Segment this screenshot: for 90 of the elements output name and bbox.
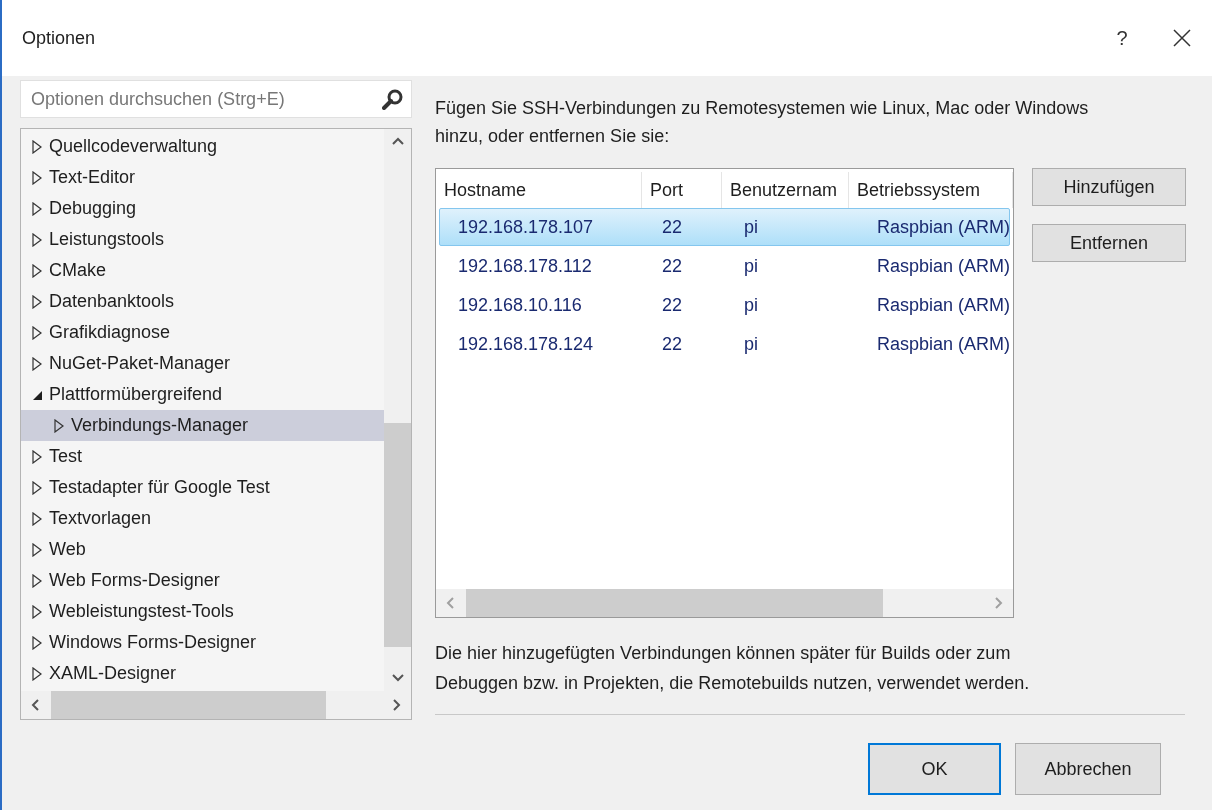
expand-triangle-icon[interactable]	[53, 418, 65, 433]
tree-item-label: NuGet-Paket-Manager	[49, 353, 231, 374]
connection-row[interactable]: 192.168.10.116 22 pi Raspbian (ARM)	[439, 286, 1010, 324]
table-cell-text: 22	[661, 293, 684, 317]
tree-item[interactable]: Datenbanktools	[21, 286, 384, 317]
tree-item[interactable]: Web Forms-Designer	[21, 565, 384, 596]
tree-item-label: Plattformübergreifend	[49, 384, 223, 405]
dialog-button[interactable]: Abbrechen	[1015, 743, 1161, 795]
tree-item[interactable]: Web	[21, 534, 384, 565]
table-cell-text: pi	[743, 332, 759, 356]
vertical-scrollbar[interactable]	[384, 129, 411, 691]
expand-triangle-icon[interactable]	[31, 294, 43, 309]
tree-item-label: CMake	[49, 260, 106, 281]
tree-item[interactable]: Textvorlagen	[21, 503, 384, 534]
tree-item-label: Webleistungstest-Tools	[49, 601, 234, 622]
close-icon	[1173, 29, 1191, 47]
tree-item-label: XAML-Designer	[49, 663, 177, 684]
tree-item-label: Web Forms-Designer	[49, 570, 220, 591]
scroll-thumb[interactable]	[466, 589, 883, 617]
tree-item-label: Leistungstools	[49, 229, 165, 250]
expand-triangle-icon[interactable]	[31, 480, 43, 495]
expand-triangle-icon[interactable]	[31, 232, 43, 247]
expand-triangle-icon[interactable]	[31, 635, 43, 650]
table-cell-text: Raspbian (ARM)	[876, 332, 1011, 356]
tree-item[interactable]: NuGet-Paket-Manager	[21, 348, 384, 379]
expand-triangle-icon[interactable]	[31, 201, 43, 216]
expand-triangle-icon[interactable]	[31, 573, 43, 588]
table-cell-text: 22	[661, 215, 684, 239]
table-cell-text: Raspbian (ARM)	[876, 293, 1011, 317]
table-cell-text: 192.168.10.116	[457, 293, 583, 317]
tree-item[interactable]: Leistungstools	[21, 224, 384, 255]
table-cell-text: Raspbian (ARM)	[876, 254, 1011, 278]
tree-item-label: Verbindungs-Manager	[71, 415, 249, 436]
scroll-thumb[interactable]	[384, 423, 411, 647]
expand-triangle-icon[interactable]	[31, 263, 43, 278]
connection-row[interactable]: 192.168.178.107 22 pi Raspbian (ARM)	[439, 208, 1010, 246]
note-text: Die hier hinzugefügten Verbindungen können später für Builds oder zum Debuggen bzw. in Projekten, die Remotebuilds nutzen, verwendet werden.	[435, 642, 1031, 695]
tree-item-label: Grafikdiagnose	[49, 322, 171, 343]
tree-item-label: Windows Forms-Designer	[49, 632, 257, 653]
tree-item-label: Quellcodeverwaltung	[49, 136, 218, 157]
tree-item[interactable]: Verbindungs-Manager	[21, 410, 384, 441]
table-cell-text: pi	[743, 215, 759, 239]
table-cell-text: 22	[661, 254, 684, 278]
expand-triangle-icon[interactable]	[31, 139, 43, 154]
horizontal-scrollbar[interactable]	[21, 691, 411, 719]
table-cell-text: 192.168.178.112	[457, 254, 593, 278]
tree-item[interactable]: Testadapter für Google Test	[21, 472, 384, 503]
connection-row[interactable]: 192.168.178.112 22 pi Raspbian (ARM)	[439, 247, 1010, 285]
tree-item[interactable]: Test	[21, 441, 384, 472]
expand-triangle-icon[interactable]	[31, 511, 43, 526]
window-title: Optionen	[22, 27, 97, 49]
tree-item[interactable]: Debugging	[21, 193, 384, 224]
tree-item[interactable]: Plattformübergreifend	[21, 379, 384, 410]
tree-item[interactable]: XAML-Designer	[21, 658, 384, 689]
table-cell-text: Raspbian (ARM)	[876, 215, 1011, 239]
side-button[interactable]: Entfernen	[1032, 224, 1186, 262]
help-button[interactable]: ?	[1092, 13, 1152, 63]
tree-item[interactable]: Text-Editor	[21, 162, 384, 193]
intro-text: Fügen Sie SSH-Verbindungen zu Remotesystemen wie Linux, Mac oder Windows hinzu, oder entfernen Sie sie:	[435, 97, 1090, 148]
tree-item-label: Text-Editor	[49, 167, 136, 188]
table-cell-text: pi	[743, 293, 759, 317]
tree-item[interactable]: CMake	[21, 255, 384, 286]
tree-item[interactable]: Grafikdiagnose	[21, 317, 384, 348]
connection-row[interactable]: 192.168.178.124 22 pi Raspbian (ARM)	[439, 325, 1010, 363]
expand-triangle-icon[interactable]	[31, 542, 43, 557]
expand-triangle-icon[interactable]	[31, 666, 43, 681]
tree-item[interactable]: Windows Forms-Designer	[21, 627, 384, 658]
table-cell-text: 192.168.178.124	[457, 332, 595, 356]
expand-triangle-icon[interactable]	[31, 356, 43, 371]
dialog-button[interactable]: OK	[868, 743, 1001, 795]
scroll-thumb[interactable]	[51, 691, 326, 719]
expand-triangle-icon[interactable]	[31, 170, 43, 185]
tree-item-label: Test	[49, 446, 82, 467]
tree-item[interactable]: Webleistungstest-Tools	[21, 596, 384, 627]
table-cell-text: 192.168.178.107	[457, 215, 595, 239]
tree-item[interactable]: Quellcodeverwaltung	[21, 131, 384, 162]
table-cell-text: 22	[661, 332, 684, 356]
side-button[interactable]: Hinzufügen	[1032, 168, 1186, 206]
horizontal-scrollbar[interactable]	[436, 589, 1013, 617]
expand-triangle-icon[interactable]	[31, 449, 43, 464]
expand-triangle-icon[interactable]	[31, 604, 43, 619]
tree-item-label: Web	[49, 539, 86, 560]
search-field[interactable]: Optionen durchsuchen (Strg+E)	[20, 80, 412, 118]
tree-item-label: Datenbanktools	[49, 291, 175, 312]
expand-triangle-icon[interactable]	[31, 325, 43, 340]
table-cell-text: pi	[743, 254, 759, 278]
search-icon[interactable]	[382, 88, 404, 110]
tree-item-label: Debugging	[49, 198, 137, 219]
tree-item-label: Testadapter für Google Test	[49, 477, 270, 498]
tree-item-label: Textvorlagen	[49, 508, 152, 529]
